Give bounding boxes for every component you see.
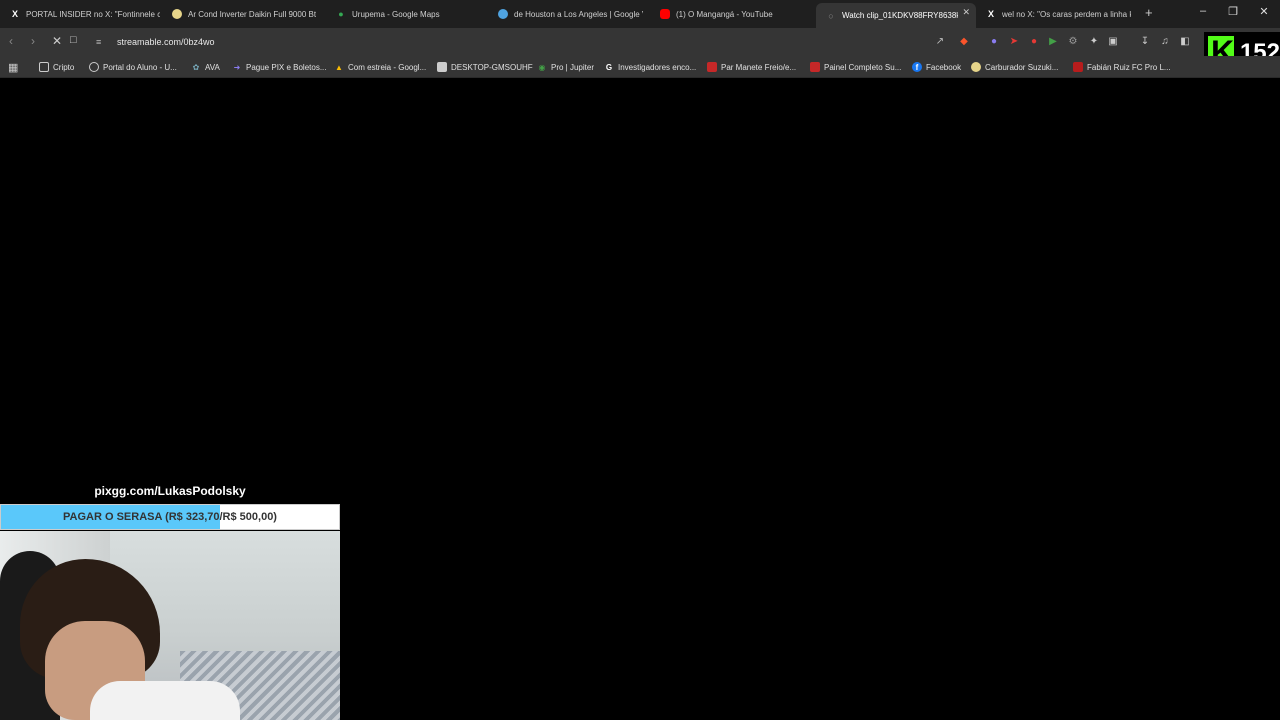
x-logo-icon: X	[11, 9, 18, 19]
extensions-puzzle-icon[interactable]: ✦	[1088, 36, 1100, 48]
reload-stop-icon[interactable]: ✕	[52, 34, 62, 48]
sidebar-icon[interactable]: ◧	[1179, 36, 1191, 48]
youtube-icon	[660, 9, 670, 19]
tab-title: Ar Cond Inverter Daikin Full 9000 Bt	[188, 9, 317, 19]
minimize-icon[interactable]: –	[1196, 5, 1210, 17]
tab-youtube[interactable]: (1) O Mangangá - YouTube	[660, 3, 810, 25]
goal-text: PAGAR O SERASA (R$ 323,70/R$ 500,00)	[63, 511, 277, 523]
close-tab-icon[interactable]: ✕	[962, 7, 970, 18]
bookmark-label: Painel Completo Su...	[824, 62, 902, 72]
extension-gear-icon[interactable]: ⚙	[1067, 36, 1079, 48]
bookmark-label: Portal do Aluno - U...	[103, 62, 177, 72]
extension-stop-icon[interactable]: ●	[1028, 36, 1040, 48]
bookmark-label: Com estreia - Googl...	[348, 62, 427, 72]
portal-icon	[89, 62, 99, 72]
bookmark-drive[interactable]: ▲ Com estreia - Googl...	[334, 61, 426, 73]
bookmark-label: DESKTOP-GMSOUHF	[451, 62, 533, 72]
x-logo-icon: X	[987, 9, 994, 19]
bookmark-red-icon	[707, 62, 717, 72]
bookmark-label: Pro | Jupiter	[551, 62, 594, 72]
tab-title: wel no X: "Os caras perdem a linha k	[1002, 9, 1131, 19]
media-icon[interactable]: ♫	[1159, 36, 1171, 48]
bookmark-label: Carburador Suzuki...	[985, 62, 1059, 72]
bookmark-fabian-ruiz[interactable]: Fabián Ruiz FC Pro L...	[1073, 61, 1171, 73]
bookmark-label: Pague PIX e Boletos...	[246, 62, 327, 72]
tab-title: de Houston a Los Angeles | Google V	[514, 9, 643, 19]
shopping-icon	[172, 9, 182, 19]
brave-shield-icon[interactable]: ◆	[958, 36, 970, 48]
drive-icon: ▲	[335, 62, 343, 72]
bookmark-page-icon[interactable]: □	[70, 34, 77, 46]
restore-icon[interactable]: ❐	[1226, 5, 1240, 18]
bookmark-label: Par Manete Freio/e...	[721, 62, 797, 72]
pix-donation-link: pixgg.com/LukasPodolsky	[94, 484, 246, 498]
bookmark-red-icon	[810, 62, 820, 72]
bookmark-cripto[interactable]: Cripto	[39, 61, 74, 73]
webcam-person-shirt	[90, 681, 240, 720]
fc-icon	[1073, 62, 1083, 72]
bookmark-pix[interactable]: ➜ Pague PIX e Boletos...	[232, 61, 327, 73]
download-icon[interactable]: ↧	[1139, 36, 1151, 48]
tab-title: Watch clip_01KDKV88FRY8638k	[842, 11, 958, 20]
bookmark-portal-aluno[interactable]: Portal do Aluno - U...	[89, 61, 177, 73]
facebook-icon: f	[912, 62, 922, 72]
bookmark-painel[interactable]: Painel Completo Su...	[810, 61, 901, 73]
back-icon[interactable]: ‹	[9, 34, 13, 48]
extension-purple-icon[interactable]: ●	[988, 36, 1000, 48]
bookmark-label: Facebook	[926, 62, 962, 72]
desktop-icon	[437, 62, 447, 72]
folder-icon	[39, 62, 49, 72]
bookmark-label: Investigadores enco...	[618, 62, 697, 72]
tab-title: Urupema - Google Maps	[352, 9, 440, 19]
ava-icon: ✿	[192, 62, 200, 72]
site-info-icon[interactable]: ≡	[96, 37, 108, 47]
bookmark-label: Cripto	[53, 62, 75, 72]
tab-streamable-active[interactable]: ○ Watch clip_01KDKV88FRY8638k ✕	[816, 3, 976, 28]
bookmark-desktop[interactable]: DESKTOP-GMSOUHF	[437, 61, 533, 73]
address-bar[interactable]: ≡ streamable.com/0bz4wo	[90, 31, 980, 53]
url-text[interactable]: streamable.com/0bz4wo	[117, 37, 215, 47]
bookmark-facebook[interactable]: f Facebook	[912, 61, 961, 73]
apps-grid-icon[interactable]: ▦	[8, 61, 18, 74]
donation-goal-bar: PAGAR O SERASA (R$ 323,70/R$ 500,00)	[0, 504, 340, 530]
shopping-icon	[971, 62, 981, 72]
screenshot-icon[interactable]: ▣	[1107, 36, 1119, 48]
tab-houston-la[interactable]: de Houston a Los Angeles | Google V	[498, 3, 643, 25]
tab-ar-cond[interactable]: Ar Cond Inverter Daikin Full 9000 Bt	[172, 3, 320, 25]
bookmark-ava[interactable]: ✿ AVA	[191, 61, 220, 73]
tab-urupema-maps[interactable]: ● Urupema - Google Maps	[336, 3, 486, 25]
extension-green-icon[interactable]: ▶	[1047, 36, 1059, 48]
close-window-icon[interactable]: ✕	[1257, 5, 1271, 18]
bookmark-label: Fabián Ruiz FC Pro L...	[1087, 62, 1171, 72]
tab-title: PORTAL INSIDER no X: "Fontinnele c	[26, 9, 160, 19]
bookmark-label: AVA	[205, 62, 220, 72]
tab-portal-insider[interactable]: X PORTAL INSIDER no X: "Fontinnele c	[10, 3, 160, 25]
new-tab-button[interactable]: +	[1145, 5, 1153, 20]
bookmark-carburador[interactable]: Carburador Suzuki...	[971, 61, 1058, 73]
google-icon: G	[605, 62, 613, 72]
bookmark-jupiter[interactable]: ◉ Pro | Jupiter	[537, 61, 594, 73]
tab-x-post[interactable]: X wel no X: "Os caras perdem a linha k	[986, 3, 1131, 25]
extension-red-icon[interactable]: ➤	[1008, 36, 1020, 48]
tab-strip: X PORTAL INSIDER no X: "Fontinnele c Ar …	[0, 0, 1280, 28]
pix-icon: ➜	[233, 62, 241, 72]
share-icon[interactable]: ↗	[934, 36, 946, 48]
jupiter-icon: ◉	[538, 62, 546, 72]
forward-icon[interactable]: ›	[31, 34, 35, 48]
travel-icon	[498, 9, 508, 19]
maps-pin-icon: ●	[338, 9, 344, 19]
webcam-feed	[0, 531, 340, 720]
streamable-icon: ○	[828, 10, 834, 21]
bookmark-investigadores[interactable]: G Investigadores enco...	[604, 61, 696, 73]
bookmark-manete[interactable]: Par Manete Freio/e...	[707, 61, 796, 73]
tab-title: (1) O Mangangá - YouTube	[676, 9, 773, 19]
bookmarks-bar: ▦ Cripto Portal do Aluno - U... ✿ AVA ➜ …	[0, 56, 1280, 78]
